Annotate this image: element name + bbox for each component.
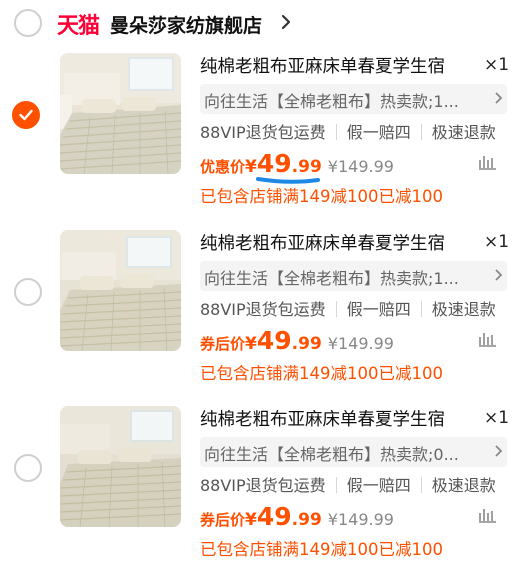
chevron-right-icon <box>495 92 503 104</box>
store-select-radio-icon[interactable] <box>14 9 42 37</box>
promo-text: 已包含店铺满149减100已减100 <box>200 187 443 206</box>
cart-item[interactable]: 纯棉老粗布亚麻床单春夏学生宿 ×1 向往生活【全棉老粗布】热卖款;0... 88… <box>0 406 522 581</box>
find-similar-icon[interactable] <box>478 329 498 347</box>
price-label: 券后价 <box>200 335 246 353</box>
perk-fake-pay-four: 假一赔四 <box>346 300 411 319</box>
perk-fake-pay-four: 假一赔四 <box>346 123 411 142</box>
price-decimal: .99 <box>291 334 322 354</box>
quantity: ×1 <box>484 55 510 75</box>
perk-return-shipping: 88VIP退货包运费 <box>200 476 326 495</box>
service-perks: 88VIP退货包运费 假一赔四 极速退款 <box>200 296 496 320</box>
currency-symbol: ¥ <box>245 510 257 530</box>
promo-text: 已包含店铺满149减100已减100 <box>200 364 443 383</box>
price-integer: 49 <box>256 326 292 355</box>
find-similar-icon[interactable] <box>478 152 498 170</box>
promo-text: 已包含店铺满149减100已减100 <box>200 540 443 559</box>
quantity: ×1 <box>484 232 510 252</box>
product-title[interactable]: 纯棉老粗布亚麻床单春夏学生宿 <box>200 406 470 431</box>
perk-fake-pay-four: 假一赔四 <box>346 476 411 495</box>
annotation-underline <box>256 177 320 184</box>
find-similar-icon[interactable] <box>478 505 498 523</box>
original-price: ¥149.99 <box>327 157 394 176</box>
quantity: ×1 <box>484 408 510 428</box>
item-select-radio-icon[interactable] <box>14 278 42 306</box>
price-decimal: .99 <box>291 510 322 530</box>
perk-fast-refund: 极速退款 <box>431 123 496 142</box>
item-select-radio-icon[interactable] <box>14 454 42 482</box>
store-name[interactable]: 曼朵莎家纺旗舰店 <box>110 11 262 38</box>
service-perks: 88VIP退货包运费 假一赔四 极速退款 <box>200 472 496 496</box>
sku-text: 向往生活【全棉老粗布】热卖款;0... <box>204 445 459 464</box>
price-row: 券后价¥49.99 ¥149.99 <box>200 502 394 531</box>
perk-fast-refund: 极速退款 <box>431 476 496 495</box>
chevron-right-icon[interactable] <box>281 14 291 30</box>
cart-item[interactable]: 纯棉老粗布亚麻床单春夏学生宿 ×1 向往生活【全棉老粗布】热卖款;1... 88… <box>0 53 522 228</box>
price-row: 券后价¥49.99 ¥149.99 <box>200 326 394 355</box>
original-price: ¥149.99 <box>327 334 394 353</box>
perk-return-shipping: 88VIP退货包运费 <box>200 300 326 319</box>
sku-selector[interactable]: 向往生活【全棉老粗布】热卖款;0... <box>200 437 507 467</box>
product-title[interactable]: 纯棉老粗布亚麻床单春夏学生宿 <box>200 230 470 255</box>
chevron-right-icon <box>495 269 503 281</box>
price-integer: 49 <box>256 502 292 531</box>
sku-text: 向往生活【全棉老粗布】热卖款;1... <box>204 269 459 288</box>
tmall-logo: 天猫 <box>57 14 100 39</box>
sku-selector[interactable]: 向往生活【全棉老粗布】热卖款;1... <box>200 261 507 291</box>
product-thumbnail[interactable] <box>60 230 181 351</box>
chevron-right-icon <box>495 445 503 457</box>
currency-symbol: ¥ <box>245 334 257 354</box>
product-thumbnail[interactable] <box>60 406 181 527</box>
perk-fast-refund: 极速退款 <box>431 300 496 319</box>
cart-item[interactable]: 纯棉老粗布亚麻床单春夏学生宿 ×1 向往生活【全棉老粗布】热卖款;1... 88… <box>0 230 522 405</box>
store-header[interactable]: 天猫 曼朵莎家纺旗舰店 <box>0 0 522 46</box>
original-price: ¥149.99 <box>327 510 394 529</box>
price-label: 券后价 <box>200 511 246 529</box>
